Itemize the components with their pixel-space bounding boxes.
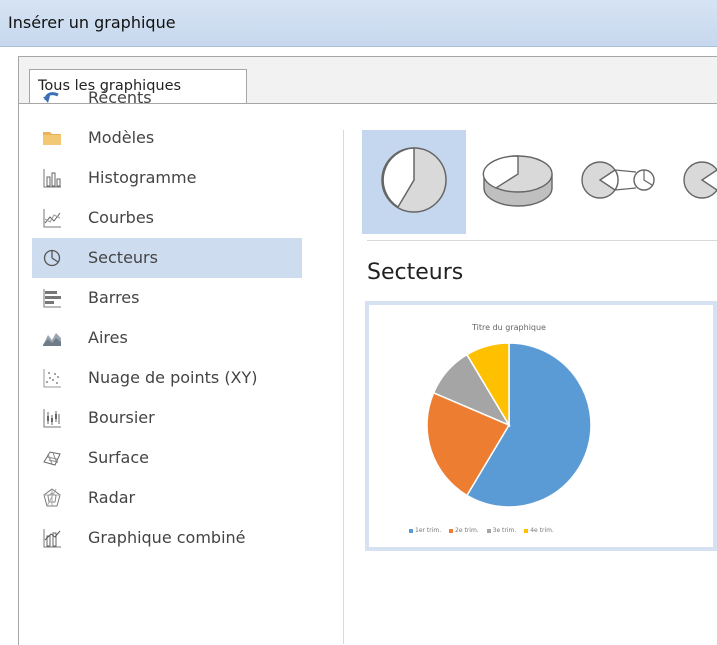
sidebar-item-label: Graphique combiné (88, 528, 246, 547)
window-title: Insérer un graphique (8, 13, 176, 32)
surface-chart-icon (43, 451, 61, 466)
legend-swatch (486, 528, 491, 533)
section-title: Secteurs (367, 260, 464, 285)
scatter-chart-icon (43, 369, 61, 388)
sidebar-item-histogramme[interactable]: Histogramme (32, 158, 302, 198)
pie-chart (426, 342, 592, 508)
area-chart-icon (43, 333, 61, 346)
sidebar-item-surface[interactable]: Surface (32, 438, 302, 478)
sidebar-item-secteurs[interactable]: Secteurs (32, 238, 302, 278)
sidebar-item-recents[interactable]: Récents (32, 78, 302, 118)
sidebar-item-combine[interactable]: Graphique combiné (32, 518, 302, 558)
combo-chart-icon (43, 529, 61, 548)
undo-arrow-icon (43, 92, 59, 103)
sidebar-item-label: Récents (88, 88, 152, 107)
legend-item: 2e trim. (449, 527, 479, 534)
pie-of-pie-subtype-icon (581, 161, 655, 199)
legend-item: 4e trim. (524, 527, 554, 534)
pane-divider (343, 130, 344, 644)
stock-chart-icon (43, 409, 61, 428)
pie-chart-icon (43, 249, 61, 267)
legend-swatch (409, 528, 413, 533)
chart-preview[interactable]: Titre du graphique 1er trim. 2e trim. 3e… (365, 301, 717, 551)
legend-swatch (449, 528, 454, 533)
chart-legend: 1er trim. 2e trim. 3e trim. 4e trim. (409, 527, 560, 534)
legend-item: 3e trim. (486, 527, 516, 534)
sidebar-item-courbes[interactable]: Courbes (32, 198, 302, 238)
sidebar-item-label: Boursier (88, 408, 155, 427)
sidebar-item-label: Surface (88, 448, 149, 467)
chart-preview-canvas: Titre du graphique 1er trim. 2e trim. 3e… (369, 305, 713, 547)
pie-3d-subtype-icon (482, 155, 553, 207)
subtype-pie-of-pie[interactable] (570, 130, 674, 234)
sidebar-item-radar[interactable]: Radar (32, 478, 302, 518)
line-chart-icon (43, 209, 61, 228)
sidebar-item-nuage[interactable]: Nuage de points (XY) (32, 358, 302, 398)
sidebar-item-label: Courbes (88, 208, 155, 227)
window-titlebar: Insérer un graphique (0, 0, 717, 47)
sidebar-item-modeles[interactable]: Modèles (32, 118, 302, 158)
sidebar-item-barres[interactable]: Barres (32, 278, 302, 318)
sidebar-item-label: Nuage de points (XY) (88, 368, 258, 387)
bar-chart-icon (43, 289, 61, 308)
bar-of-pie-subtype-icon (683, 161, 717, 199)
folder-icon (43, 132, 61, 145)
sidebar-item-label: Radar (88, 488, 136, 507)
subtype-divider (367, 240, 717, 241)
sidebar-item-aires[interactable]: Aires (32, 318, 302, 358)
pie-subtype-icon (381, 147, 447, 213)
legend-swatch (524, 528, 529, 533)
subtype-pie-3d[interactable] (466, 130, 570, 234)
sidebar-item-label: Histogramme (88, 168, 197, 187)
radar-chart-icon (43, 488, 61, 507)
legend-item: 1er trim. (409, 527, 441, 534)
sidebar-item-label: Aires (88, 328, 128, 347)
column-chart-icon (43, 169, 61, 188)
sidebar-item-label: Secteurs (88, 248, 158, 267)
sidebar-item-boursier[interactable]: Boursier (32, 398, 302, 438)
subtype-bar-of-pie[interactable] (674, 130, 717, 234)
sidebar-item-label: Barres (88, 288, 140, 307)
subtype-pie[interactable] (362, 130, 466, 234)
sidebar-item-label: Modèles (88, 128, 155, 147)
